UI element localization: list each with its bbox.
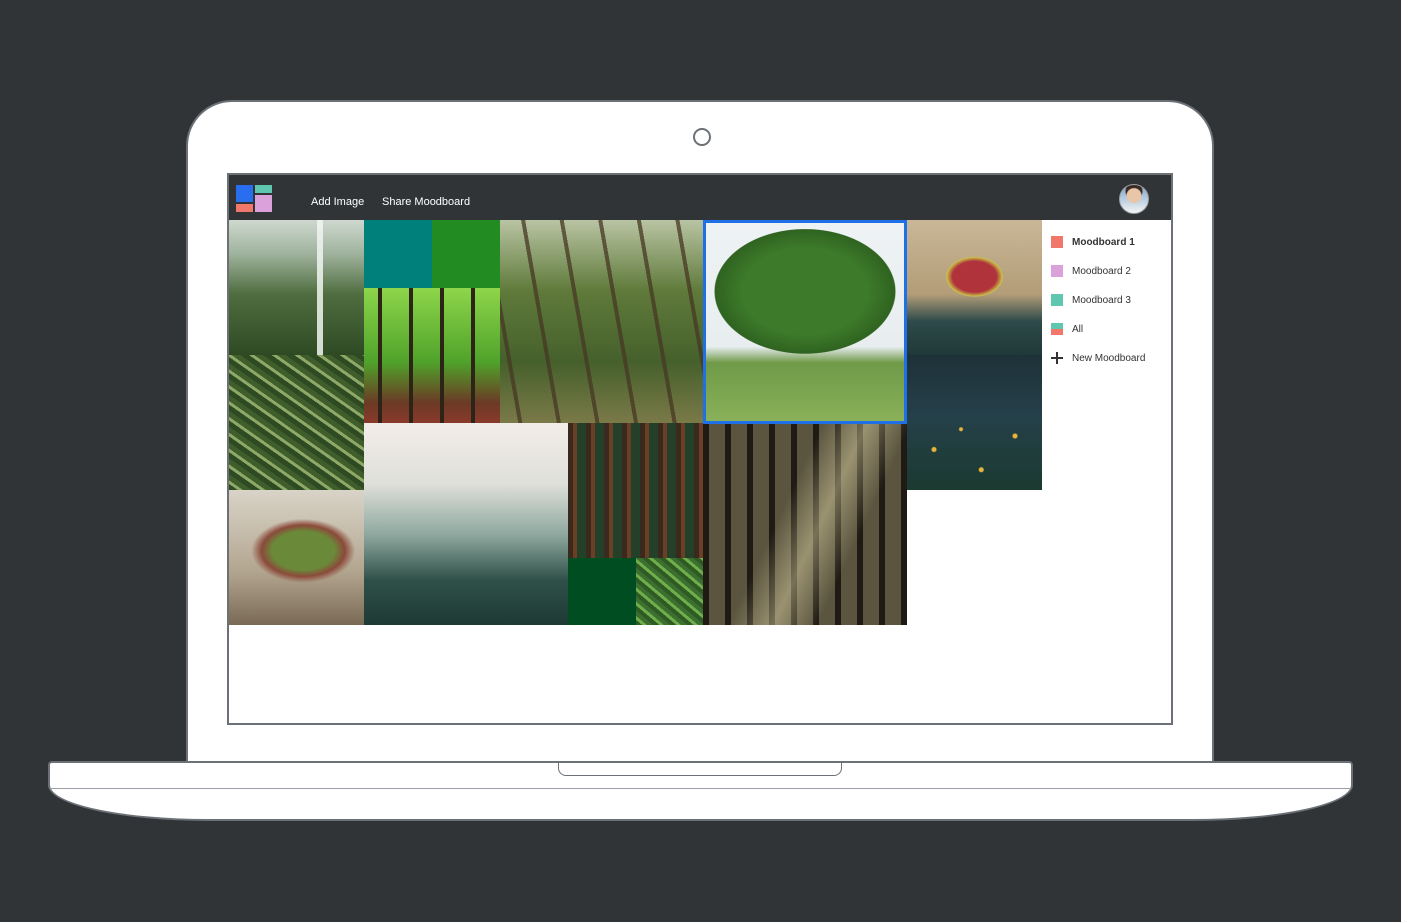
camera-icon (693, 128, 711, 146)
user-avatar[interactable] (1119, 184, 1149, 214)
bright-green-forest-image[interactable] (364, 288, 500, 423)
palm-leaves-image[interactable] (229, 355, 364, 490)
fireflies-forest-image[interactable] (907, 355, 1042, 490)
green-color-swatch[interactable] (432, 220, 500, 288)
foggy-pine-forest-image[interactable] (364, 423, 568, 625)
sidebar-item-all[interactable]: All (1051, 321, 1083, 337)
red-pine-forest-image[interactable] (568, 423, 703, 558)
dark-green-color-swatch[interactable] (568, 558, 636, 625)
sunbeam-forest-image[interactable] (703, 424, 907, 625)
twisted-trees-forest-image[interactable] (500, 220, 703, 423)
sidebar-item-label: Moodboard 2 (1072, 265, 1131, 277)
mossy-mushroom-image[interactable] (229, 490, 364, 625)
venus-flytrap-image[interactable] (907, 220, 1042, 355)
add-image-link[interactable]: Add Image (311, 196, 364, 208)
sidebar-item-moodboard-2[interactable]: Moodboard 2 (1051, 263, 1131, 279)
share-moodboard-link[interactable]: Share Moodboard (382, 196, 470, 208)
moodboard-1-color-icon (1051, 236, 1063, 248)
sidebar-item-moodboard-1[interactable]: Moodboard 1 (1051, 234, 1135, 250)
large-tree-field-image[interactable] (703, 220, 907, 424)
teal-color-swatch[interactable] (364, 220, 432, 288)
laptop-trackpad-notch (558, 763, 842, 776)
app-screen: Add Image Share Moodboard Moodboard 1 Mo… (227, 173, 1173, 725)
sidebar-item-label: New Moodboard (1072, 352, 1146, 364)
fern-image[interactable] (636, 558, 703, 625)
sidebar-item-label: Moodboard 1 (1072, 236, 1135, 248)
app-logo-icon[interactable] (236, 185, 272, 212)
plus-icon (1051, 352, 1063, 364)
top-navigation-bar: Add Image Share Moodboard (229, 175, 1171, 220)
sidebar-item-label: All (1072, 323, 1084, 335)
sidebar-item-moodboard-3[interactable]: Moodboard 3 (1051, 292, 1131, 308)
moodboard-2-color-icon (1051, 265, 1063, 277)
moodboard-grid (229, 220, 1171, 723)
waterfall-jungle-image[interactable] (229, 220, 364, 355)
moodboard-3-color-icon (1051, 294, 1063, 306)
laptop-base-edge (50, 788, 1351, 789)
sidebar-item-new-moodboard[interactable]: New Moodboard (1051, 350, 1145, 366)
all-moodboards-color-icon (1051, 323, 1063, 335)
moodboard-sidebar: Moodboard 1 Moodboard 2 Moodboard 3 All … (1043, 220, 1171, 620)
sidebar-item-label: Moodboard 3 (1072, 294, 1131, 306)
